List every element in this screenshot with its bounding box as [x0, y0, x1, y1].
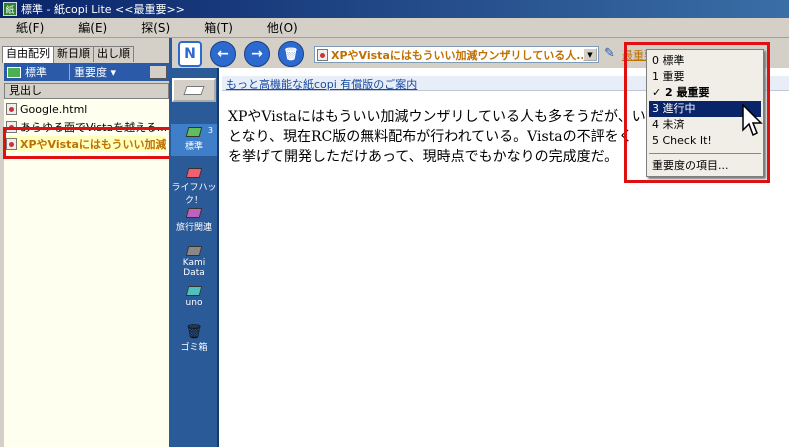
- document-title-combo[interactable]: XPやVistaにはもういい加減ウンザリしている人... ▼: [314, 46, 599, 63]
- filter-bar: 標準 重要度 ▾: [4, 63, 169, 81]
- category-lifehack[interactable]: ライフハック！: [171, 168, 217, 206]
- menu-search[interactable]: 探(S): [125, 19, 188, 36]
- trash-icon: 🗑: [185, 324, 203, 340]
- category-icon: [185, 127, 203, 137]
- menu-other[interactable]: 他(O): [251, 19, 316, 36]
- tab-date-order[interactable]: 新日順: [53, 46, 94, 62]
- sort-importance-button[interactable]: 重要度 ▾: [69, 64, 121, 80]
- category-trash[interactable]: 🗑 ゴミ箱: [171, 324, 217, 353]
- category-uno[interactable]: uno: [171, 286, 217, 308]
- tab-free-order[interactable]: 自由配列: [2, 46, 54, 63]
- eraser-icon: [183, 85, 205, 95]
- category-strip: 3 標準 ライフハック！ 旅行関連 Kami Data uno 🗑 ゴミ箱: [169, 38, 219, 447]
- list-header[interactable]: 見出し: [4, 83, 169, 99]
- document-icon: [317, 48, 328, 61]
- category-icon: [185, 208, 203, 218]
- left-pane: 自由配列 新日順 出し順 標準 重要度 ▾ 見出し Google.html あら…: [0, 38, 169, 447]
- new-document-button[interactable]: N: [178, 41, 202, 67]
- importance-option-important[interactable]: 1 重要: [649, 69, 761, 85]
- trash-button[interactable]: 🗑: [278, 41, 304, 67]
- back-button[interactable]: ←: [210, 41, 236, 67]
- forward-button[interactable]: →: [244, 41, 270, 67]
- folder-icon[interactable]: [149, 65, 167, 79]
- importance-settings-item[interactable]: 重要度の項目...: [649, 158, 761, 174]
- highlight-box: [3, 127, 173, 159]
- importance-option-standard[interactable]: 0 標準: [649, 53, 761, 69]
- category-icon: [185, 168, 203, 178]
- mouse-cursor-icon: [742, 104, 763, 137]
- category-icon: [7, 66, 21, 78]
- eraser-button[interactable]: [172, 78, 216, 102]
- category-travel[interactable]: 旅行関連: [171, 208, 217, 233]
- tab-output-order[interactable]: 出し順: [93, 46, 134, 62]
- category-icon: [185, 246, 203, 256]
- category-standard[interactable]: 3 標準: [171, 124, 217, 156]
- filter-label: 標準: [25, 66, 47, 79]
- importance-option-most-important[interactable]: ✓ 2 最重要: [649, 85, 761, 101]
- category-icon: [185, 286, 203, 296]
- menu-divider: [649, 153, 761, 154]
- menu-file[interactable]: 紙(F): [0, 19, 62, 36]
- menu-bar: 紙(F) 編(E) 探(S) 箱(T) 他(O): [0, 18, 789, 38]
- list-item[interactable]: Google.html: [6, 101, 166, 117]
- menu-edit[interactable]: 編(E): [62, 19, 125, 36]
- app-icon: 紙: [3, 2, 17, 16]
- document-icon: [6, 103, 17, 115]
- chevron-down-icon[interactable]: ▼: [583, 48, 597, 61]
- menu-box[interactable]: 箱(T): [188, 19, 251, 36]
- category-kami-data[interactable]: Kami Data: [171, 246, 217, 278]
- window-title: 標準 - 紙copi Lite <<最重要>>: [21, 3, 185, 16]
- title-bar: 紙 標準 - 紙copi Lite <<最重要>>: [0, 0, 789, 18]
- pencil-icon[interactable]: ✎: [604, 46, 615, 61]
- sort-tabs: 自由配列 新日順 出し順: [2, 46, 134, 63]
